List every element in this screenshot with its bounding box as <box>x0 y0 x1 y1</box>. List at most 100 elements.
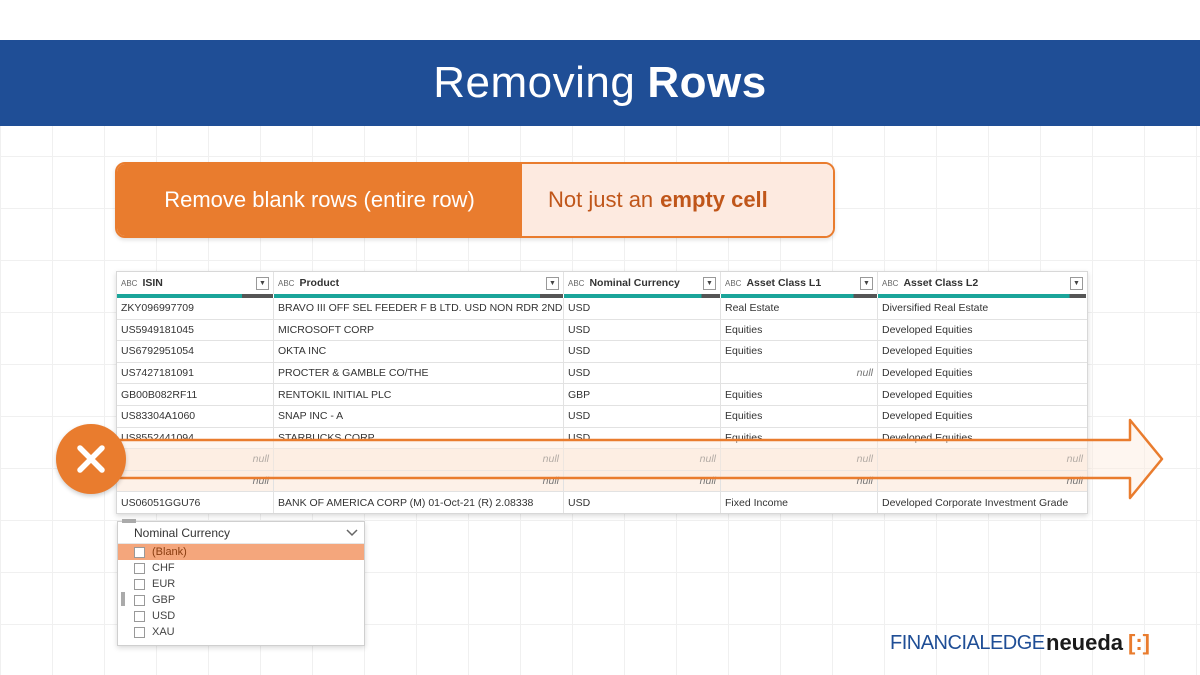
cell-currency[interactable]: USD <box>564 405 721 427</box>
checkbox[interactable] <box>134 610 145 622</box>
cell-currency[interactable]: GBP <box>564 384 721 405</box>
cell-null[interactable]: null <box>721 470 878 492</box>
cell-currency[interactable]: USD <box>564 341 721 362</box>
cell-asset-class-l1[interactable]: Equities <box>721 427 878 449</box>
table-row[interactable]: ZKY096997709 BRAVO III OFF SEL FEEDER F … <box>117 298 1087 320</box>
cell-isin[interactable]: GB00B082RF11 <box>117 384 274 405</box>
cell-isin[interactable]: US6792951054 <box>117 341 274 362</box>
table-row[interactable]: US06051GGU76 BANK OF AMERICA CORP (M) 01… <box>117 492 1087 513</box>
cell-null[interactable]: null <box>878 449 1087 470</box>
cell-null[interactable]: null <box>274 470 564 492</box>
cell-isin[interactable]: US8552441094 <box>117 427 274 449</box>
cell-currency[interactable]: USD <box>564 298 721 319</box>
cell-null[interactable]: null <box>274 449 564 470</box>
checkbox[interactable] <box>134 546 145 558</box>
column-filter-dropdown-icon[interactable]: ▼ <box>1070 276 1083 290</box>
cell-null[interactable]: null <box>564 449 721 470</box>
neueda-bracket-icon: [:] <box>1128 630 1151 655</box>
text-type-icon: ABC <box>278 279 295 288</box>
cell-product[interactable]: RENTOKIL INITIAL PLC <box>274 384 564 405</box>
checkbox[interactable] <box>134 578 145 590</box>
neueda-wordmark: neueda <box>1046 630 1124 655</box>
cell-product[interactable]: BRAVO III OFF SEL FEEDER F B LTD. USD NO… <box>274 298 564 319</box>
resize-handle[interactable] <box>121 592 125 606</box>
cell-asset-class-l2[interactable]: Developed Equities <box>878 320 1087 341</box>
cell-asset-class-l2[interactable]: Diversified Real Estate <box>878 298 1087 319</box>
slicer-item-xau[interactable]: XAU <box>118 624 364 640</box>
table-row[interactable]: US5949181045 MICROSOFT CORP USD Equities… <box>117 319 1087 342</box>
cell-isin[interactable]: US7427181091 <box>117 362 274 384</box>
cell-null[interactable]: null <box>721 449 878 470</box>
cell-currency[interactable]: USD <box>564 362 721 384</box>
column-filter-dropdown-icon[interactable]: ▼ <box>256 276 269 290</box>
slicer-item-eur[interactable]: EUR <box>118 576 364 592</box>
chevron-down-icon[interactable] <box>346 526 358 540</box>
checkbox[interactable] <box>134 562 145 574</box>
column-header-asset-class-l2[interactable]: ABC Asset Class L2 ▼ <box>878 272 1087 294</box>
table-row[interactable]: US6792951054 OKTA INC USD Equities Devel… <box>117 341 1087 363</box>
table-row[interactable]: US8552441094 STARBUCKS CORP USD Equities… <box>117 427 1087 450</box>
cell-asset-class-l2[interactable]: Developed Equities <box>878 406 1087 427</box>
neueda-logo: neueda [:] <box>1046 630 1150 656</box>
text-type-icon: ABC <box>121 279 138 288</box>
cell-isin[interactable]: ZKY096997709 <box>117 298 274 319</box>
column-header-nominal-currency[interactable]: ABC Nominal Currency ▼ <box>564 272 721 294</box>
slicer-item-usd[interactable]: USD <box>118 608 364 624</box>
cell-currency[interactable]: USD <box>564 492 721 513</box>
checkbox[interactable] <box>134 594 145 606</box>
cell-null[interactable]: null <box>564 470 721 492</box>
cell-product[interactable]: STARBUCKS CORP <box>274 427 564 449</box>
slicer-item-chf[interactable]: CHF <box>118 560 364 576</box>
cell-product[interactable]: BANK OF AMERICA CORP (M) 01-Oct-21 (R) 2… <box>274 492 564 513</box>
cell-product[interactable]: SNAP INC - A <box>274 405 564 427</box>
cell-asset-class-l1[interactable]: Equities <box>721 384 878 405</box>
cell-isin[interactable]: US83304A1060 <box>117 405 274 427</box>
cell-product[interactable]: PROCTER & GAMBLE CO/THE <box>274 362 564 384</box>
cell-currency[interactable]: USD <box>564 319 721 341</box>
cell-asset-class-l1[interactable]: Equities <box>721 319 878 341</box>
pill-right-label: Not just an empty cell <box>522 164 833 236</box>
cell-isin[interactable]: US5949181045 <box>117 319 274 341</box>
slicer-item-blank[interactable]: (Blank) <box>118 544 364 560</box>
blank-table-row[interactable]: null null null null null <box>117 470 1087 493</box>
cell-null[interactable]: null <box>878 471 1087 492</box>
cell-null[interactable]: null <box>117 470 274 492</box>
cell-asset-class-l1[interactable]: Equities <box>721 405 878 427</box>
table-row[interactable]: US83304A1060 SNAP INC - A USD Equities D… <box>117 405 1087 428</box>
resize-handle[interactable] <box>122 519 136 523</box>
column-filter-dropdown-icon[interactable]: ▼ <box>546 276 559 290</box>
text-type-icon: ABC <box>568 279 585 288</box>
column-header-asset-class-l1[interactable]: ABC Asset Class L1 ▼ <box>721 272 878 294</box>
column-header-product[interactable]: ABC Product ▼ <box>274 272 564 294</box>
cell-asset-class-l2[interactable]: Developed Corporate Investment Grade <box>878 492 1087 513</box>
cell-currency[interactable]: USD <box>564 427 721 449</box>
slicer-title: Nominal Currency <box>134 525 231 540</box>
cell-asset-class-l2[interactable]: Developed Equities <box>878 341 1087 362</box>
checkbox[interactable] <box>134 626 145 638</box>
table-row[interactable]: US7427181091 PROCTER & GAMBLE CO/THE USD… <box>117 362 1087 385</box>
column-header-isin[interactable]: ABC ISIN ▼ <box>117 272 274 294</box>
table-row[interactable]: GB00B082RF11 RENTOKIL INITIAL PLC GBP Eq… <box>117 384 1087 406</box>
cell-product[interactable]: MICROSOFT CORP <box>274 319 564 341</box>
cell-asset-class-l1-null[interactable]: null <box>721 362 878 384</box>
blank-table-row[interactable]: null null null null null <box>117 449 1087 471</box>
cell-asset-class-l1[interactable]: Fixed Income <box>721 492 878 513</box>
pill-right-bold: empty cell <box>660 187 768 212</box>
column-filter-dropdown-icon[interactable]: ▼ <box>703 276 716 290</box>
cell-null[interactable]: null <box>117 449 274 470</box>
text-type-icon: ABC <box>882 279 899 288</box>
title-bold: Rows <box>647 58 767 107</box>
cell-asset-class-l2[interactable]: Developed Equities <box>878 428 1087 449</box>
column-filter-dropdown-icon[interactable]: ▼ <box>860 276 873 290</box>
slicer-item-gbp[interactable]: GBP <box>118 592 364 608</box>
top-strip <box>0 0 1200 40</box>
text-type-icon: ABC <box>725 279 742 288</box>
cell-product[interactable]: OKTA INC <box>274 341 564 362</box>
cell-isin[interactable]: US06051GGU76 <box>117 492 274 513</box>
query-data-grid: ABC ISIN ▼ ABC Product ▼ ABC Nominal Currency… <box>116 271 1088 514</box>
financial-edge-logo: FINANCIALEDGE <box>890 632 1045 654</box>
cell-asset-class-l2[interactable]: Developed Equities <box>878 363 1087 384</box>
cell-asset-class-l2[interactable]: Developed Equities <box>878 384 1087 405</box>
cell-asset-class-l1[interactable]: Equities <box>721 341 878 362</box>
cell-asset-class-l1[interactable]: Real Estate <box>721 298 878 319</box>
